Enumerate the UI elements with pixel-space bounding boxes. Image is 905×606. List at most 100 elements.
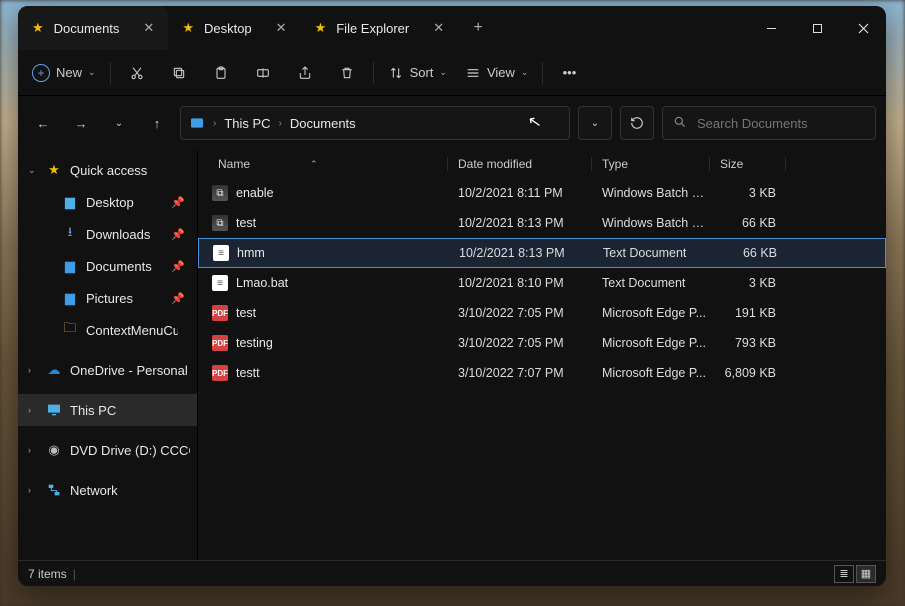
chevron-right-icon: ›: [213, 118, 216, 129]
close-icon[interactable]: ✕: [433, 20, 444, 36]
sidebar-item[interactable]: ▆ Pictures 📌: [18, 282, 197, 314]
explorer-window: ★ Documents ✕★ Desktop ✕★ File Explorer …: [18, 6, 886, 586]
thumbnails-view-button[interactable]: ▦: [856, 565, 876, 583]
file-name: enable: [236, 186, 274, 200]
chevron-down-icon: ⌄: [521, 67, 529, 78]
address-dropdown[interactable]: ⌄: [578, 106, 612, 140]
breadcrumb-current[interactable]: Documents: [290, 116, 356, 131]
search-icon: [673, 115, 687, 132]
bat-icon: ⧉: [212, 215, 228, 231]
nav-row: ← → ⌄ ↑ › This PC › Documents ⌄: [18, 96, 886, 150]
sidebar-item-label: ContextMenuCust: [86, 323, 178, 338]
file-type: Microsoft Edge P...: [592, 306, 710, 320]
sidebar-item[interactable]: ▆ Desktop 📌: [18, 186, 197, 218]
blue-icon: ▆: [62, 290, 78, 306]
paste-button[interactable]: [201, 56, 241, 90]
tab-label: Documents: [54, 21, 120, 36]
tab[interactable]: ★ Desktop ✕: [168, 6, 300, 50]
table-row[interactable]: ≡hmm 10/2/2021 8:13 PM Text Document 66 …: [198, 238, 886, 268]
cut-button[interactable]: [117, 56, 157, 90]
rename-button[interactable]: [243, 56, 283, 90]
maximize-button[interactable]: [794, 6, 840, 50]
address-bar[interactable]: › This PC › Documents: [180, 106, 570, 140]
table-row[interactable]: PDF test 3/10/2022 7:05 PM Microsoft Edge…: [198, 298, 886, 328]
table-row[interactable]: ⧉test 10/2/2021 8:13 PM Windows Batch Fi…: [198, 208, 886, 238]
file-type: Microsoft Edge P...: [592, 366, 710, 380]
pin-icon: 📌: [171, 196, 185, 209]
file-type: Text Document: [592, 276, 710, 290]
sort-asc-icon: ⌃: [310, 159, 318, 170]
txt-icon: ≡: [213, 245, 229, 261]
close-icon[interactable]: ✕: [143, 20, 154, 36]
file-name: test: [236, 306, 256, 320]
refresh-button[interactable]: [620, 106, 654, 140]
sidebar-label: OneDrive - Personal: [70, 363, 188, 378]
sidebar-item[interactable]: ▆ Documents 📌: [18, 250, 197, 282]
file-type: Microsoft Edge P...: [592, 336, 710, 350]
column-headers: Name ⌃ Date modified Type Size: [198, 150, 886, 178]
view-button[interactable]: View ⌄: [457, 56, 537, 90]
back-button[interactable]: ←: [28, 108, 58, 138]
pin-icon: 📌: [171, 260, 185, 273]
close-icon[interactable]: ✕: [276, 20, 287, 36]
recent-button[interactable]: ⌄: [104, 108, 134, 138]
star-icon: ★: [32, 20, 44, 36]
tab[interactable]: ★ Documents ✕: [18, 6, 168, 50]
sidebar-quick-access[interactable]: ⌄ ★ Quick access: [18, 154, 197, 186]
file-size: 6,809 KB: [710, 366, 786, 380]
sidebar-network[interactable]: › Network: [18, 474, 197, 506]
sidebar-onedrive[interactable]: › ☁ OneDrive - Personal: [18, 354, 197, 386]
txt-icon: ≡: [212, 275, 228, 291]
sidebar-item[interactable]: 🗀 ContextMenuCust: [18, 314, 197, 346]
breadcrumb-root[interactable]: This PC: [224, 116, 270, 131]
more-button[interactable]: •••: [549, 56, 589, 90]
sidebar-this-pc[interactable]: › This PC: [18, 394, 197, 426]
column-date[interactable]: Date modified: [448, 157, 592, 171]
cloud-icon: ☁: [46, 362, 62, 378]
table-row[interactable]: PDFtestt 3/10/2022 7:07 PM Microsoft Edg…: [198, 358, 886, 388]
pdf-icon: PDF: [212, 335, 228, 351]
table-row[interactable]: ⧉enable 10/2/2021 8:11 PM Windows Batch …: [198, 178, 886, 208]
file-size: 3 KB: [710, 276, 786, 290]
new-tab-button[interactable]: +: [458, 6, 498, 50]
sidebar-item[interactable]: ⭳ Downloads 📌: [18, 218, 197, 250]
table-row[interactable]: PDFtesting 3/10/2022 7:05 PM Microsoft E…: [198, 328, 886, 358]
search-box[interactable]: [662, 106, 876, 140]
file-date: 3/10/2022 7:05 PM: [448, 336, 592, 350]
column-type[interactable]: Type: [592, 157, 710, 171]
file-size: 66 KB: [711, 246, 787, 260]
sidebar-item-label: Documents: [86, 259, 152, 274]
tab-strip: ★ Documents ✕★ Desktop ✕★ File Explorer …: [18, 6, 458, 50]
forward-button[interactable]: →: [66, 108, 96, 138]
star-icon: ★: [315, 20, 327, 36]
details-view-button[interactable]: ≣: [834, 565, 854, 583]
sidebar-label: Network: [70, 483, 118, 498]
monitor-icon: [46, 402, 62, 418]
copy-button[interactable]: [159, 56, 199, 90]
pin-icon: 📌: [171, 292, 185, 305]
delete-button[interactable]: [327, 56, 367, 90]
chevron-right-icon: ›: [28, 365, 31, 375]
sort-button[interactable]: Sort ⌄: [380, 56, 455, 90]
file-list: Name ⌃ Date modified Type Size ⧉enable 1…: [198, 150, 886, 560]
sidebar-label: This PC: [70, 403, 116, 418]
close-window-button[interactable]: [840, 6, 886, 50]
up-button[interactable]: ↑: [142, 108, 172, 138]
down-icon: ⭳: [62, 226, 78, 242]
tab[interactable]: ★ File Explorer ✕: [301, 6, 459, 50]
column-size[interactable]: Size: [710, 157, 786, 171]
window-controls: [748, 6, 886, 50]
share-button[interactable]: [285, 56, 325, 90]
sidebar-dvd-drive[interactable]: › ◉ DVD Drive (D:) CCCO: [18, 434, 197, 466]
column-name[interactable]: Name ⌃: [198, 157, 448, 171]
search-input[interactable]: [697, 116, 865, 131]
file-date: 3/10/2022 7:05 PM: [448, 306, 592, 320]
sidebar-item-label: Downloads: [86, 227, 150, 242]
toolbar: + New ⌄ Sort ⌄ View: [18, 50, 886, 96]
minimize-button[interactable]: [748, 6, 794, 50]
status-bar: 7 items | ≣ ▦: [18, 560, 886, 586]
chevron-down-icon: ⌄: [439, 67, 447, 78]
table-row[interactable]: ≡Lmao.bat 10/2/2021 8:10 PM Text Documen…: [198, 268, 886, 298]
new-button[interactable]: + New ⌄: [24, 56, 104, 90]
pdf-icon: PDF: [212, 305, 228, 321]
